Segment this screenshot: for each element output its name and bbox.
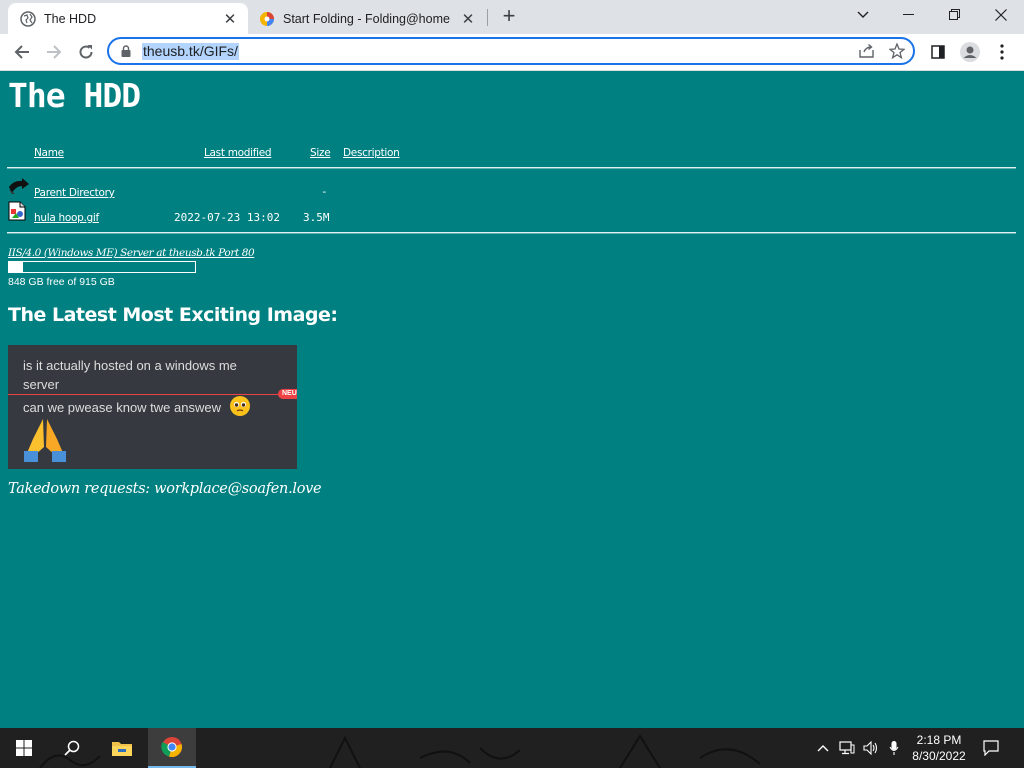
tab-strip: The HDD ✕ Start Folding - Folding@home ✕… xyxy=(0,0,1024,34)
profile-button[interactable] xyxy=(956,38,984,66)
folder-icon xyxy=(112,742,132,756)
new-tab-button[interactable]: + xyxy=(497,5,521,28)
column-header-name[interactable]: Name xyxy=(34,147,64,159)
url-text[interactable]: theusb.tk/GIFs/ xyxy=(142,43,239,60)
page-title: The HDD xyxy=(8,76,141,115)
listing-divider-bottom xyxy=(7,232,1016,234)
close-tab-icon[interactable]: ✕ xyxy=(456,10,480,28)
clock-date: 8/30/2022 xyxy=(912,749,966,763)
share-icon[interactable] xyxy=(859,44,875,58)
show-hidden-icons-button[interactable] xyxy=(812,728,834,768)
tab-title: The HDD xyxy=(44,11,97,26)
reload-icon xyxy=(79,45,93,59)
file-explorer-button[interactable] xyxy=(98,728,146,768)
server-signature: IIS/4.0 (Windows ME) Server at theusb.tk… xyxy=(8,247,255,259)
speaker-icon xyxy=(863,741,878,755)
network-icon xyxy=(839,741,855,755)
system-clock[interactable]: 2:18 PM 8/30/2022 xyxy=(906,732,972,764)
microphone-icon xyxy=(889,741,899,755)
notification-icon xyxy=(983,740,999,756)
start-button[interactable] xyxy=(0,728,48,768)
browser-menu-button[interactable] xyxy=(988,38,1016,66)
listing-divider-top xyxy=(7,167,1016,169)
chat-message-1: is it actually hosted on a windows me se… xyxy=(23,358,237,392)
forward-arrow-icon xyxy=(47,45,62,59)
side-panel-button[interactable] xyxy=(924,38,952,66)
tab-search-button[interactable] xyxy=(840,0,886,30)
column-header-last-modified[interactable]: Last modified xyxy=(204,147,272,159)
tab-title: Start Folding - Folding@home xyxy=(283,11,450,26)
globe-icon xyxy=(20,10,36,27)
notifications-button[interactable] xyxy=(978,728,1004,768)
taskbar: 2:18 PM 8/30/2022 xyxy=(0,728,1024,768)
forward-button[interactable] xyxy=(40,38,68,66)
side-panel-icon xyxy=(931,45,945,59)
reload-button[interactable] xyxy=(72,38,100,66)
kebab-menu-icon xyxy=(1000,44,1004,60)
minimize-icon xyxy=(903,14,914,15)
folding-at-home-icon xyxy=(260,11,274,26)
chrome-icon xyxy=(161,737,182,757)
search-icon xyxy=(64,740,80,756)
file-size: 3.5M xyxy=(303,211,330,224)
browser-toolbar: theusb.tk/GIFs/ xyxy=(0,34,1024,71)
back-button[interactable] xyxy=(8,38,36,66)
chevron-up-icon xyxy=(817,745,829,752)
tab-folding-at-home[interactable]: Start Folding - Folding@home ✕ xyxy=(250,3,486,34)
windows-logo-icon xyxy=(16,740,32,756)
latest-image[interactable]: is it actually hosted on a windows me se… xyxy=(8,345,297,469)
tab-the-hdd[interactable]: The HDD ✕ xyxy=(8,3,248,34)
file-link-hula-hoop[interactable]: hula hoop.gif xyxy=(34,212,99,224)
chevron-down-icon xyxy=(857,11,869,18)
minimize-button[interactable] xyxy=(886,0,932,30)
close-window-button[interactable] xyxy=(978,0,1024,30)
microphone-button[interactable] xyxy=(884,728,904,768)
image-file-icon xyxy=(8,201,26,221)
disk-free-text: 848 GB free of 915 GB xyxy=(8,276,115,288)
close-tab-icon[interactable]: ✕ xyxy=(218,10,242,28)
column-header-description[interactable]: Description xyxy=(343,147,400,159)
pleading-face-icon xyxy=(230,396,250,416)
back-arrow-icon xyxy=(14,45,29,59)
clock-time: 2:18 PM xyxy=(916,733,962,747)
avatar-icon xyxy=(960,42,980,62)
latest-image-heading: The Latest Most Exciting Image: xyxy=(8,304,338,326)
disk-usage-fill xyxy=(9,262,23,272)
chrome-taskbar-button[interactable] xyxy=(148,728,196,768)
back-folder-icon xyxy=(9,178,29,194)
restore-icon xyxy=(949,9,960,20)
tab-separator xyxy=(487,9,488,26)
chat-message-2: can we pwease know twe answew xyxy=(23,400,221,415)
takedown-notice: Takedown requests: workplace@soafen.love xyxy=(8,481,322,497)
parent-directory-link[interactable]: Parent Directory xyxy=(34,187,115,199)
page-content: The HDD Name Last modified Size Descript… xyxy=(0,71,1024,728)
address-bar[interactable]: theusb.tk/GIFs/ xyxy=(107,37,915,65)
bookmark-star-icon[interactable] xyxy=(889,43,905,59)
network-button[interactable] xyxy=(836,728,858,768)
folded-hands-icon xyxy=(24,419,66,462)
disk-usage-bar xyxy=(8,261,196,273)
parent-size: - xyxy=(321,185,328,198)
close-icon xyxy=(995,9,1007,21)
file-last-modified: 2022-07-23 13:02 xyxy=(174,211,280,224)
column-header-size[interactable]: Size xyxy=(310,147,331,159)
restore-button[interactable] xyxy=(932,0,978,30)
volume-button[interactable] xyxy=(860,728,882,768)
lock-icon[interactable] xyxy=(121,45,131,57)
new-badge: NEU xyxy=(278,389,297,399)
search-button[interactable] xyxy=(48,728,96,768)
